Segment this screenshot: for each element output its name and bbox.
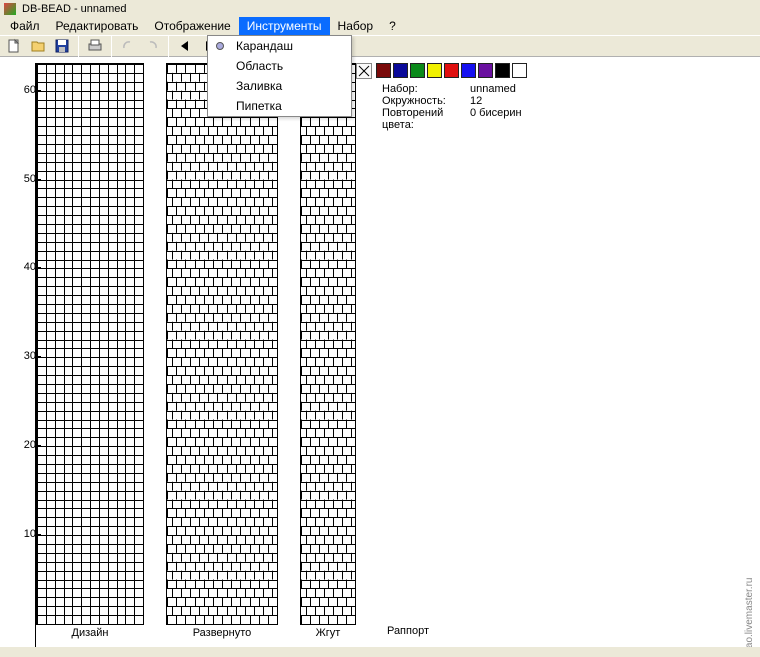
workspace: 605040302010 Дизайн Развернуто Жгут Рапп… bbox=[0, 57, 760, 647]
color-swatch[interactable] bbox=[495, 63, 510, 78]
color-swatch[interactable] bbox=[461, 63, 476, 78]
title-bar: DB-BEAD - unnamed bbox=[0, 0, 760, 17]
color-swatch[interactable] bbox=[376, 63, 391, 78]
rope-label: Жгут bbox=[300, 625, 356, 639]
color-swatch[interactable] bbox=[393, 63, 408, 78]
menu-view[interactable]: Отображение bbox=[146, 17, 238, 35]
print-button[interactable] bbox=[85, 36, 105, 56]
tool-pencil-label: Карандаш bbox=[236, 39, 293, 53]
design-grid[interactable] bbox=[36, 63, 144, 625]
toolbar-separator bbox=[78, 35, 79, 57]
menu-help[interactable]: ? bbox=[381, 17, 404, 35]
color-swatch[interactable] bbox=[444, 63, 459, 78]
app-icon bbox=[4, 3, 16, 15]
color-swatch[interactable] bbox=[427, 63, 442, 78]
toolbar-separator bbox=[168, 35, 169, 57]
checked-icon bbox=[216, 42, 224, 50]
tools-dropdown: Карандаш Область Заливка Пипетка bbox=[207, 35, 352, 117]
info-reps-value: 0 бисерин bbox=[470, 107, 522, 131]
design-label: Дизайн bbox=[36, 625, 144, 639]
rope-panel: Жгут bbox=[300, 63, 356, 647]
menu-set[interactable]: Набор bbox=[330, 17, 382, 35]
expanded-label: Развернуто bbox=[166, 625, 278, 639]
tool-fill-label: Заливка bbox=[236, 79, 282, 93]
info-set-value: unnamed bbox=[470, 83, 516, 95]
info-reps-label: Повторений цвета: bbox=[382, 107, 470, 131]
main-area: 605040302010 Дизайн Развернуто Жгут Рапп… bbox=[0, 57, 760, 647]
info-circ-label: Окружность: bbox=[382, 95, 470, 107]
tool-pipette-item[interactable]: Пипетка bbox=[208, 96, 351, 116]
rapport-panel: Раппорт bbox=[378, 63, 438, 647]
tool-area-label: Область bbox=[236, 59, 283, 73]
panels-area: 605040302010 Дизайн Развернуто Жгут Рапп… bbox=[0, 57, 438, 647]
undo-button[interactable] bbox=[118, 36, 138, 56]
redo-button[interactable] bbox=[142, 36, 162, 56]
rapport-label: Раппорт bbox=[378, 623, 438, 637]
clear-color-button[interactable] bbox=[356, 63, 372, 79]
menu-edit[interactable]: Редактировать bbox=[48, 17, 147, 35]
design-panel: 605040302010 Дизайн bbox=[36, 63, 144, 647]
tool-area-item[interactable]: Область bbox=[208, 56, 351, 76]
toolbar-separator bbox=[111, 35, 112, 57]
info-circ-value: 12 bbox=[470, 95, 482, 107]
color-swatch[interactable] bbox=[478, 63, 493, 78]
expanded-grid[interactable] bbox=[166, 63, 278, 625]
color-swatch[interactable] bbox=[512, 63, 527, 78]
tool-pencil-item[interactable]: Карандаш bbox=[208, 36, 351, 56]
open-button[interactable] bbox=[28, 36, 48, 56]
info-panel: Набор:unnamed Окружность:12 Повторений ц… bbox=[382, 83, 522, 131]
color-swatch[interactable] bbox=[410, 63, 425, 78]
toolbar bbox=[0, 35, 760, 57]
tool-pipette-label: Пипетка bbox=[236, 99, 282, 113]
expanded-panel: Развернуто bbox=[166, 63, 278, 647]
menu-file[interactable]: Файл bbox=[2, 17, 48, 35]
save-button[interactable] bbox=[52, 36, 72, 56]
tool-fill-item[interactable]: Заливка bbox=[208, 76, 351, 96]
watermark-text: yulka-jao.livemaster.ru bbox=[744, 477, 760, 647]
menu-bar: Файл Редактировать Отображение Инструмен… bbox=[0, 17, 760, 35]
prev-button[interactable] bbox=[175, 36, 195, 56]
info-set-label: Набор: bbox=[382, 83, 470, 95]
color-palette bbox=[356, 63, 529, 78]
ruler: 605040302010 bbox=[8, 63, 36, 647]
menu-tools[interactable]: Инструменты bbox=[239, 17, 330, 35]
rope-grid[interactable] bbox=[300, 63, 356, 625]
new-button[interactable] bbox=[4, 36, 24, 56]
window-title: DB-BEAD - unnamed bbox=[22, 3, 127, 15]
